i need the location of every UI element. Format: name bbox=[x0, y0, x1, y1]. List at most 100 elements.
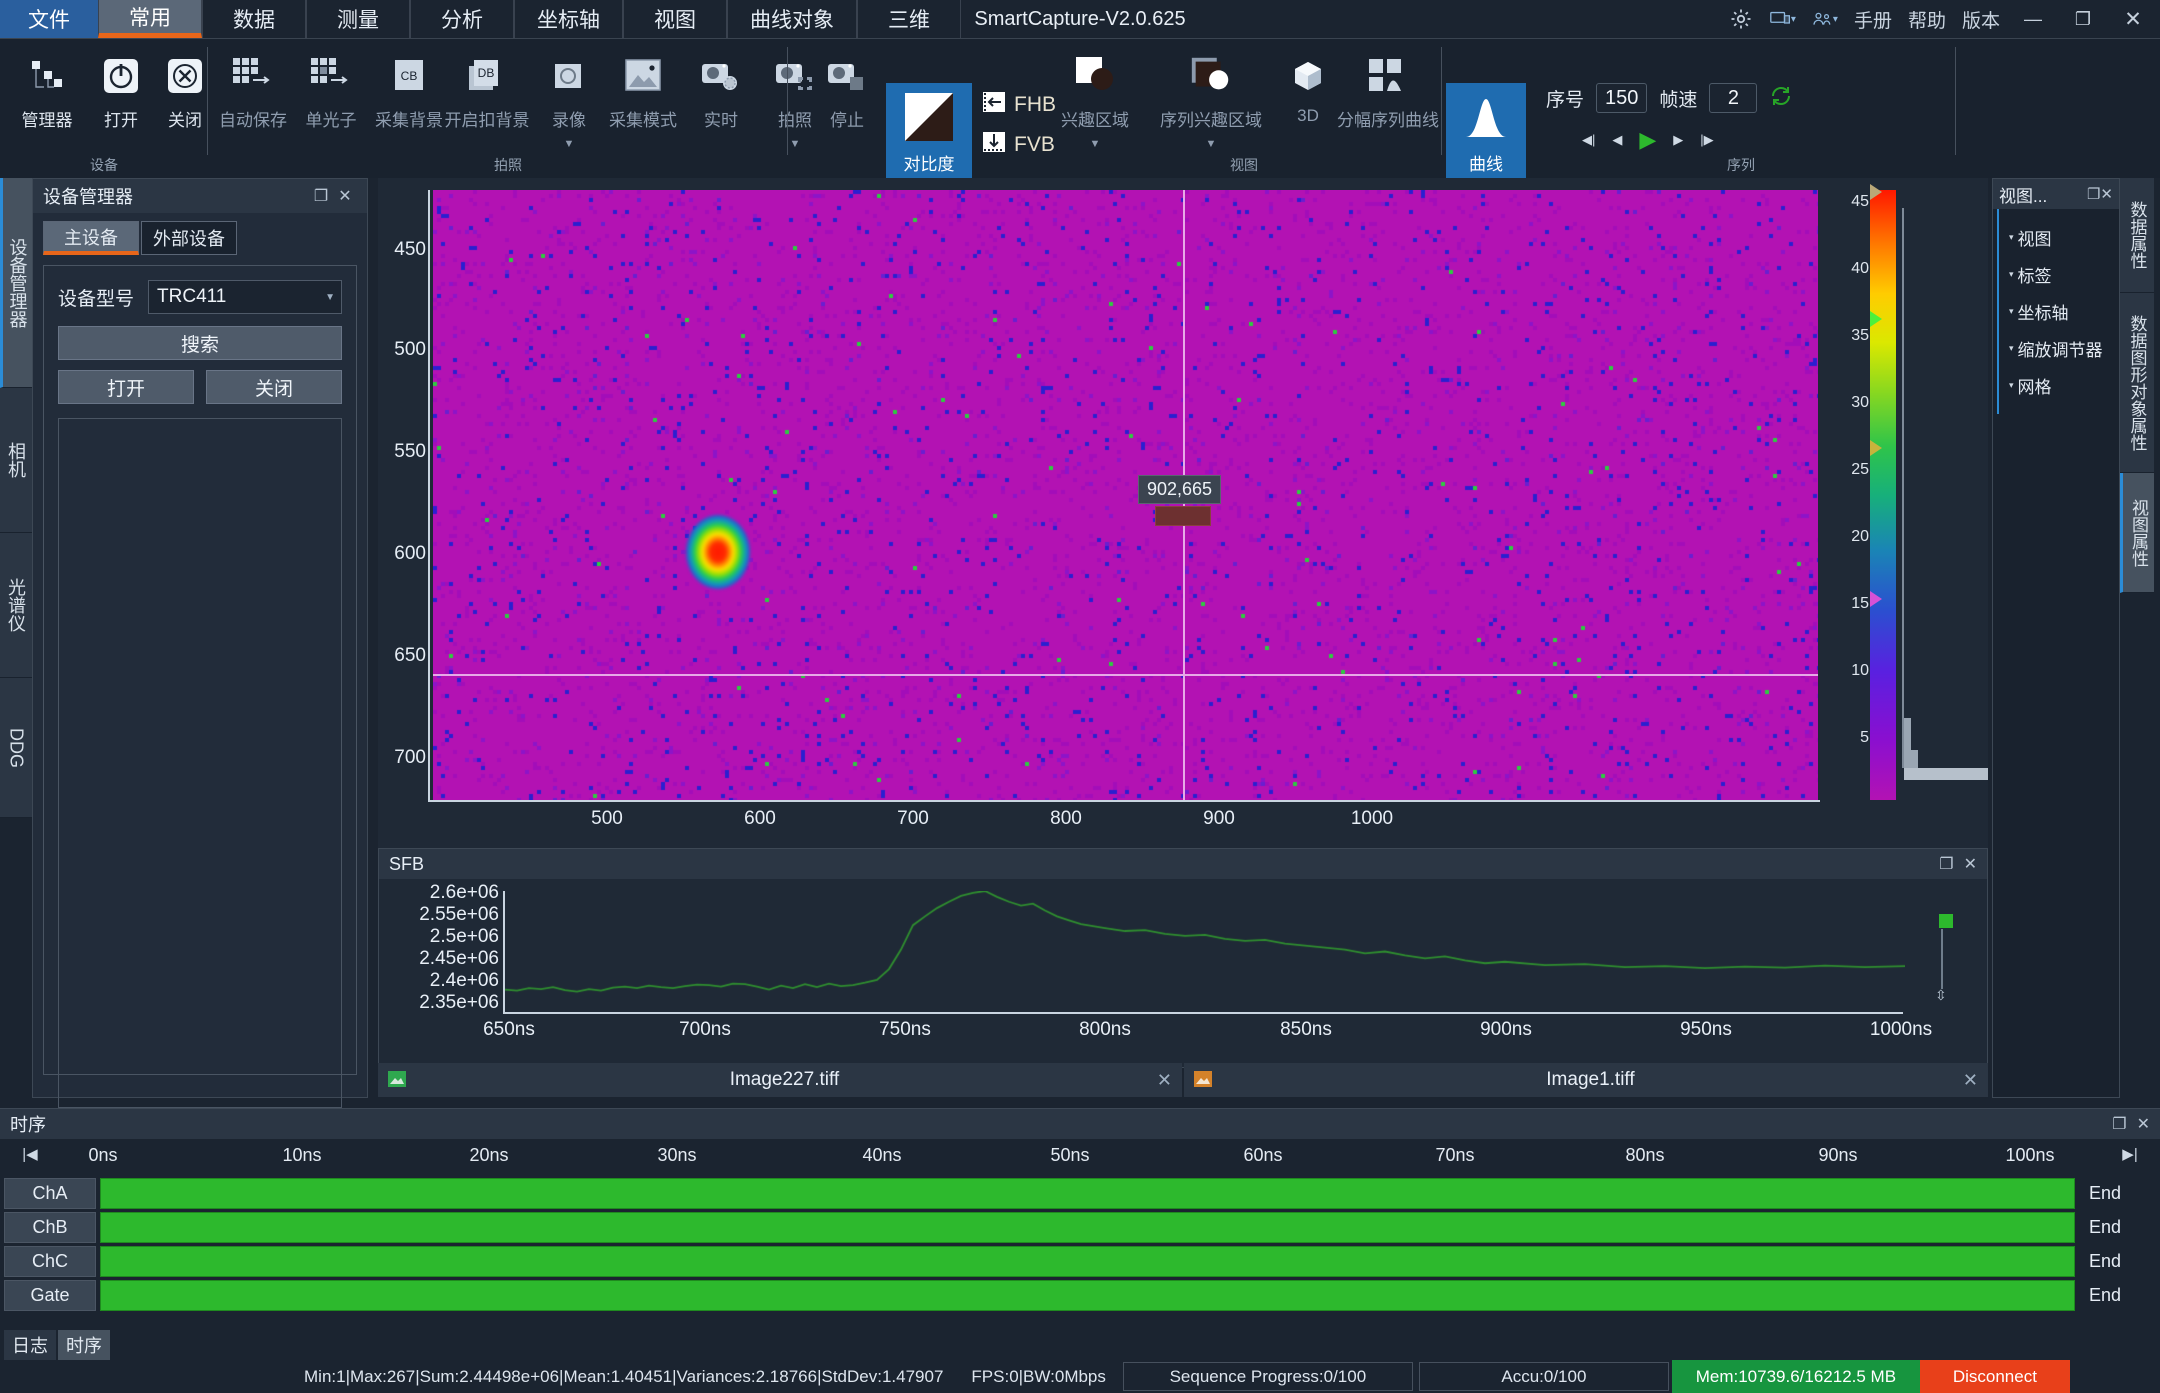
close-icon[interactable]: ✕ bbox=[2137, 1114, 2150, 1134]
maximize-button[interactable]: ❐ bbox=[2066, 2, 2100, 36]
close-icon[interactable]: ✕ bbox=[1964, 854, 1977, 874]
ribbon-subtract-background-button[interactable]: DB 开启扣背景 bbox=[445, 45, 530, 153]
channel-bar[interactable] bbox=[100, 1280, 2075, 1311]
sfb-scroll-track[interactable] bbox=[1941, 929, 1943, 989]
menu-tab-sanwei[interactable]: 三维 bbox=[857, 0, 961, 38]
sfb-scroll-handle[interactable]: ⇳ bbox=[1935, 987, 1947, 1004]
tree-item-view[interactable]: ▾ 视图 bbox=[2005, 219, 2113, 256]
close-icon[interactable]: ✕ bbox=[1963, 1070, 1978, 1091]
sidebar-tab-data-graphic-object-properties[interactable]: 数据图形对象属性 bbox=[2120, 293, 2154, 473]
ribbon-3d-button[interactable]: 3D bbox=[1278, 45, 1338, 153]
colorbar-marker-mid[interactable] bbox=[1870, 440, 1882, 456]
timeline-start-button[interactable]: |◀ bbox=[10, 1139, 50, 1169]
menu-tab-changyong[interactable]: 常用 bbox=[98, 0, 202, 38]
tab-main-device[interactable]: 主设备 bbox=[43, 221, 139, 255]
chevron-down-icon[interactable]: ▼ bbox=[564, 138, 575, 150]
colorbar[interactable] bbox=[1870, 190, 1896, 800]
close-icon[interactable]: ✕ bbox=[1157, 1070, 1172, 1091]
colorbar-marker-high[interactable] bbox=[1870, 311, 1882, 327]
image-plot-area[interactable]: 902,665 bbox=[433, 190, 1818, 800]
help-link[interactable]: 帮助 bbox=[1908, 6, 1946, 33]
ribbon-acquire-background-button[interactable]: CB 采集背景 bbox=[370, 45, 448, 153]
channel-name[interactable]: ChC bbox=[4, 1246, 96, 1277]
sequence-index-input[interactable]: 150 bbox=[1596, 83, 1648, 113]
float-icon[interactable]: ❐ bbox=[2112, 1114, 2126, 1134]
sidebar-tab-ddg[interactable]: DDG bbox=[0, 678, 32, 818]
ribbon-capture-mode-button[interactable]: 采集模式 bbox=[604, 45, 682, 153]
tree-item-label[interactable]: ▾ 标签 bbox=[2005, 256, 2113, 293]
menu-tab-shitu[interactable]: 视图 bbox=[623, 0, 727, 38]
channel-bar[interactable] bbox=[100, 1178, 2075, 1209]
ribbon-autosave-button[interactable]: 自动保存 bbox=[214, 45, 292, 153]
close-button[interactable]: ✕ bbox=[2116, 2, 2150, 36]
chevron-down-icon[interactable]: ▼ bbox=[790, 138, 801, 150]
ribbon-split-seq-curve-button[interactable]: 分幅序列曲线 bbox=[1337, 45, 1439, 153]
timeline-end-button[interactable]: ▶| bbox=[2110, 1139, 2150, 1169]
status-connection[interactable]: Disconnect bbox=[1919, 1360, 2070, 1393]
first-frame-button[interactable]: ◀| bbox=[1582, 132, 1595, 148]
tree-item-zoom-adjuster[interactable]: ▾ 缩放调节器 bbox=[2005, 330, 2113, 367]
sidebar-tab-view-properties[interactable]: 视图属性 bbox=[2120, 473, 2154, 593]
close-icon[interactable]: ✕ bbox=[2100, 185, 2113, 203]
sfb-plot[interactable]: 2.6e+06 2.55e+06 2.5e+06 2.45e+06 2.4e+0… bbox=[379, 879, 1989, 1069]
chevron-down-icon[interactable]: ▼ bbox=[1206, 138, 1217, 150]
minimize-button[interactable]: — bbox=[2016, 2, 2050, 36]
tab-external-device[interactable]: 外部设备 bbox=[141, 221, 237, 255]
colorbar-marker-max[interactable] bbox=[1870, 184, 1882, 200]
next-frame-button[interactable]: ▶ bbox=[1673, 132, 1683, 148]
last-frame-button[interactable]: |▶ bbox=[1700, 132, 1713, 148]
device-list[interactable] bbox=[58, 418, 342, 1108]
menu-tab-quxianduixiang[interactable]: 曲线对象 bbox=[727, 0, 857, 38]
fvb-button[interactable]: FVB bbox=[982, 131, 1055, 158]
device-model-input[interactable]: TRC411 ▼ bbox=[148, 280, 342, 314]
menu-tab-fenxi[interactable]: 分析 bbox=[410, 0, 514, 38]
sidebar-tab-device-manager[interactable]: 设备管理器 bbox=[0, 178, 32, 388]
file-tab-image1[interactable]: Image1.tiff ✕ bbox=[1184, 1063, 1988, 1097]
close-icon[interactable]: ✕ bbox=[333, 184, 357, 208]
menu-tab-shuju[interactable]: 数据 bbox=[202, 0, 306, 38]
ribbon-live-button[interactable]: 实时 bbox=[682, 45, 760, 153]
float-icon[interactable]: ❐ bbox=[309, 184, 333, 208]
float-icon[interactable]: ❐ bbox=[2087, 185, 2100, 203]
gear-icon[interactable] bbox=[1728, 6, 1754, 32]
channel-bar[interactable] bbox=[100, 1212, 2075, 1243]
manual-link[interactable]: 手册 bbox=[1854, 6, 1892, 33]
sidebar-tab-spectrometer[interactable]: 光谱仪 bbox=[0, 533, 32, 678]
bottom-tab-timing[interactable]: 时序 bbox=[58, 1330, 110, 1360]
channel-name[interactable]: ChB bbox=[4, 1212, 96, 1243]
bottom-tab-log[interactable]: 日志 bbox=[4, 1330, 56, 1360]
ribbon-seq-roi-button[interactable]: 序列兴趣区域 ▼ bbox=[1146, 45, 1276, 153]
channel-name[interactable]: Gate bbox=[4, 1280, 96, 1311]
ribbon-stop-button[interactable]: 停止 bbox=[808, 45, 886, 153]
colorbar-marker-low[interactable] bbox=[1870, 591, 1882, 607]
sequence-fps-input[interactable]: 2 bbox=[1709, 83, 1758, 113]
file-tab-image227[interactable]: Image227.tiff ✕ bbox=[378, 1063, 1182, 1097]
search-button[interactable]: 搜索 bbox=[58, 326, 342, 360]
fhb-button[interactable]: FHB bbox=[982, 91, 1056, 118]
sidebar-tab-data-properties[interactable]: 数据属性 bbox=[2120, 178, 2154, 293]
menu-tab-file[interactable]: 文件 bbox=[0, 0, 98, 38]
open-device-button[interactable]: 打开 bbox=[58, 370, 194, 404]
chevron-down-icon[interactable]: ▼ bbox=[325, 292, 335, 303]
channel-name[interactable]: ChA bbox=[4, 1178, 96, 1209]
tree-item-axis[interactable]: ▾ 坐标轴 bbox=[2005, 293, 2113, 330]
play-button[interactable]: ▶ bbox=[1639, 127, 1656, 153]
chevron-down-icon[interactable]: ▼ bbox=[1090, 138, 1101, 150]
prev-frame-button[interactable]: ◀ bbox=[1612, 132, 1622, 148]
version-link[interactable]: 版本 bbox=[1962, 6, 2000, 33]
ribbon-single-photon-button[interactable]: 单光子 bbox=[292, 45, 370, 153]
channel-bar[interactable] bbox=[100, 1246, 2075, 1277]
close-device-button[interactable]: 关闭 bbox=[206, 370, 342, 404]
tree-item-grid[interactable]: ▾ 网格 bbox=[2005, 367, 2113, 404]
float-icon[interactable]: ❐ bbox=[1939, 854, 1953, 874]
menu-tab-zuobiaozhou[interactable]: 坐标轴 bbox=[514, 0, 623, 38]
menu-tab-celiang[interactable]: 测量 bbox=[306, 0, 410, 38]
loop-icon[interactable] bbox=[1769, 84, 1793, 113]
ribbon-record-button[interactable]: 录像 ▼ bbox=[530, 45, 608, 153]
people-icon[interactable]: ▾ bbox=[1812, 6, 1838, 32]
ribbon-roi-button[interactable]: 兴趣区域 ▼ bbox=[1050, 45, 1140, 153]
ribbon-manager-button[interactable]: 管理器 bbox=[8, 45, 86, 153]
monitor-icon[interactable]: ▾ bbox=[1770, 6, 1796, 32]
sidebar-tab-camera[interactable]: 相机 bbox=[0, 388, 32, 533]
crosshair-horizontal[interactable] bbox=[433, 674, 1818, 676]
